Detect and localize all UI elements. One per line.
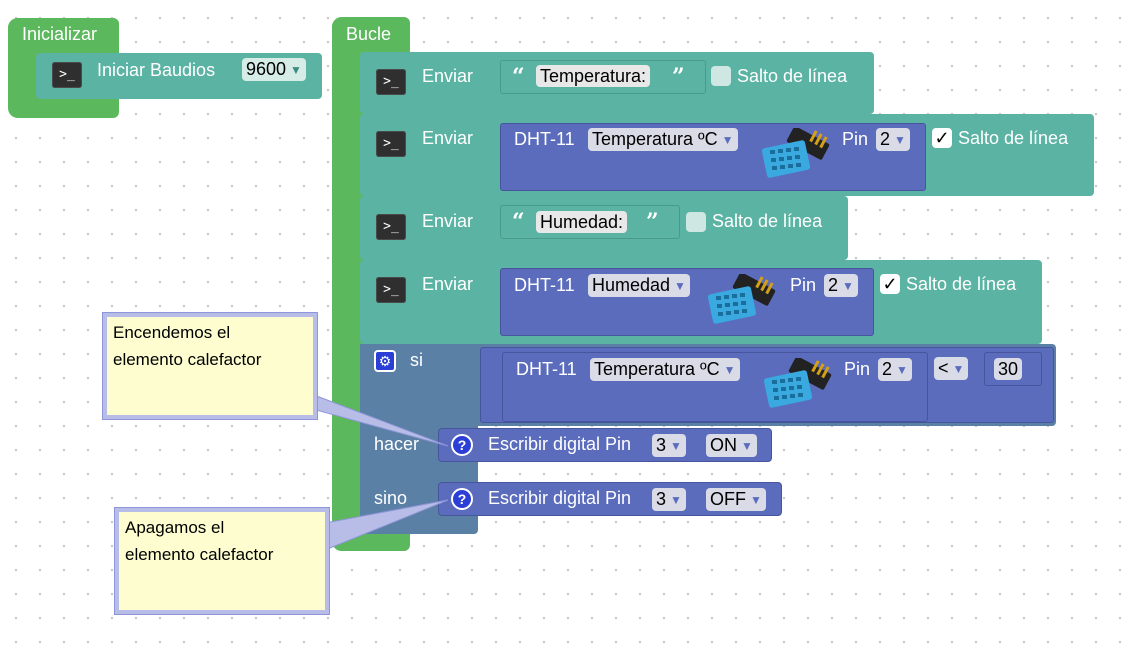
comment-heater-off[interactable]: Apagamos el elemento calefactor (115, 508, 329, 614)
comment-heater-on[interactable]: Encendemos el elemento calefactor (103, 313, 317, 419)
